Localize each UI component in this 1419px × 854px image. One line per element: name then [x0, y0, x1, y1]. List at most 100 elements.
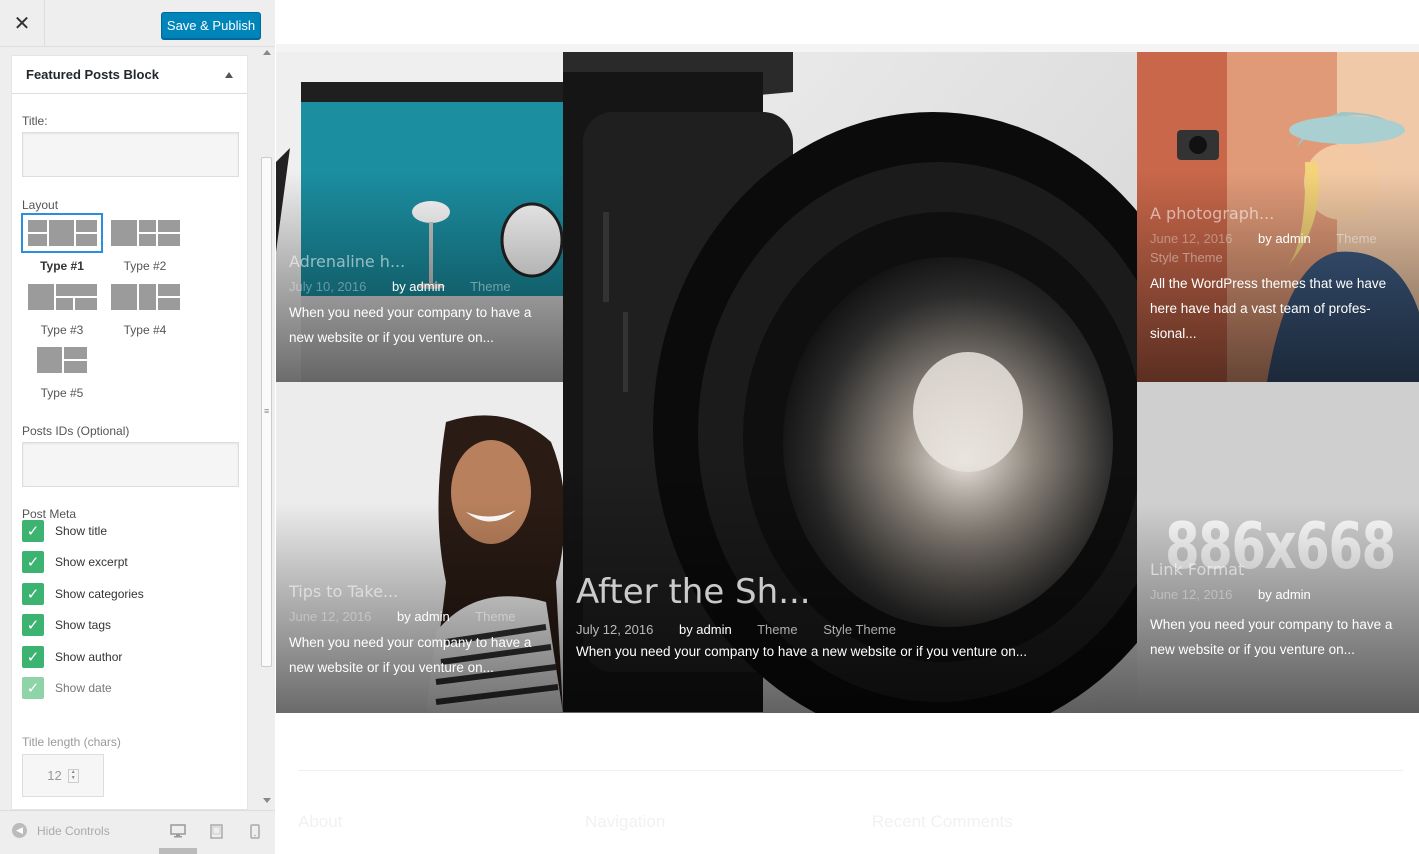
post-author[interactable]: by admin [1258, 587, 1311, 602]
post-ids-input[interactable] [22, 442, 239, 487]
post-excerpt: All the WordPress themes that we have he… [1150, 276, 1387, 341]
check-icon: ✓ [22, 520, 44, 542]
post-ids-label: Posts IDs (Optional) [22, 424, 130, 438]
post-category[interactable]: Style Theme [1150, 250, 1223, 265]
post-excerpt: When you need your company to have a new… [289, 635, 532, 675]
layout-thumbnail [21, 277, 103, 317]
featured-post-card-2[interactable]: After the Sh... July 12, 2016 by admin T… [563, 52, 1137, 713]
stepper-arrows-icon[interactable]: ▲ ▼ [67, 768, 79, 783]
post-category[interactable]: Style Theme [823, 622, 896, 637]
post-category[interactable]: Theme [1336, 231, 1376, 246]
layout-type-3-icon [27, 284, 97, 310]
featured-posts-section: Featured Posts Block Title: Layout Type … [11, 55, 248, 810]
hide-controls-label: Hide Controls [37, 823, 110, 838]
title-label: Title: [22, 114, 48, 128]
post-category[interactable]: Theme [475, 609, 515, 624]
post-excerpt: When you need your company to have a new… [576, 644, 1028, 659]
post-excerpt: When you need your company to have a new… [289, 305, 532, 345]
post-date: July 10, 2016 [289, 279, 367, 294]
post-date: June 12, 2016 [289, 609, 372, 624]
post-text: Tips to Take... June 12, 2016 by admin T… [289, 582, 551, 680]
post-meta-label: Post Meta [22, 507, 77, 521]
section-title: Featured Posts Block [26, 67, 159, 82]
collapse-arrow-icon[interactable] [225, 71, 233, 78]
section-header[interactable]: Featured Posts Block [12, 56, 247, 94]
scroll-down-icon[interactable] [263, 798, 271, 803]
post-date: June 12, 2016 [1150, 231, 1233, 246]
save-publish-button[interactable]: Save & Publish [161, 12, 261, 39]
post-date: June 12, 2016 [1150, 587, 1233, 602]
scrollbar-thumb[interactable]: ≡ [261, 157, 272, 667]
show-title-checkbox[interactable]: ✓ Show title [22, 520, 107, 542]
post-category[interactable]: Theme [470, 279, 510, 294]
checkbox-label: Show date [55, 681, 112, 695]
layout-thumbnail [21, 213, 103, 253]
featured-post-card-4[interactable]: Tips to Take... June 12, 2016 by admin T… [276, 382, 563, 713]
post-meta: June 12, 2016 by admin [1150, 587, 1407, 602]
post-title[interactable]: A photograph... [1150, 204, 1407, 223]
header-divider [276, 44, 1419, 52]
site-preview: Adrenaline h... July 10, 2016 by admin T… [276, 0, 1419, 854]
post-text: After the Sh... July 12, 2016 by admin T… [576, 572, 1125, 664]
featured-post-card-1[interactable]: Adrenaline h... July 10, 2016 by admin T… [276, 52, 563, 382]
post-title[interactable]: Link Format [1150, 560, 1407, 579]
checkbox-label: Show tags [55, 618, 112, 632]
customizer-header: ✕ Save & Publish [0, 0, 275, 47]
post-text: A photograph... June 12, 2016 by admin T… [1150, 204, 1407, 346]
layout-type-2-icon [110, 220, 180, 246]
layout-option-type-3[interactable]: Type #3 [21, 277, 103, 337]
post-meta: June 12, 2016 by admin Theme [1150, 231, 1407, 246]
layout-option-type-1[interactable]: Type #1 [21, 213, 103, 273]
scroll-up-icon[interactable] [263, 50, 271, 55]
layout-type-1-icon [27, 220, 97, 246]
post-title[interactable]: Tips to Take... [289, 582, 551, 601]
hide-controls-button[interactable]: ◀ Hide Controls [12, 823, 110, 838]
footer-widget-navigation: Navigation [585, 812, 666, 831]
footer-divider [298, 770, 1403, 771]
tablet-icon[interactable] [206, 823, 226, 839]
check-icon: ✓ [22, 614, 44, 636]
layout-type-4-icon [110, 284, 180, 310]
layout-label: Layout [22, 198, 59, 212]
layout-name: Type #1 [40, 259, 84, 273]
customizer-footer: ◀ Hide Controls [0, 810, 275, 854]
layout-option-type-4[interactable]: Type #4 [104, 277, 186, 337]
desktop-icon[interactable] [168, 823, 188, 839]
post-author[interactable]: by admin [679, 622, 732, 637]
mobile-icon[interactable] [245, 823, 265, 839]
post-author[interactable]: by admin [397, 609, 450, 624]
title-input[interactable] [22, 132, 239, 177]
show-date-checkbox[interactable]: ✓ Show date [22, 677, 112, 699]
post-meta-extra: Style Theme [1150, 250, 1407, 265]
post-text: Adrenaline h... July 10, 2016 by admin T… [289, 252, 551, 350]
layout-option-type-2[interactable]: Type #2 [104, 213, 186, 273]
post-author[interactable]: by admin [1258, 231, 1311, 246]
post-date: July 12, 2016 [576, 622, 654, 637]
show-excerpt-checkbox[interactable]: ✓ Show excerpt [22, 551, 128, 573]
featured-post-card-5[interactable]: 886x668 Link Format June 12, 2016 by adm… [1137, 382, 1419, 713]
show-tags-checkbox[interactable]: ✓ Show tags [22, 614, 111, 636]
check-icon: ✓ [22, 551, 44, 573]
show-author-checkbox[interactable]: ✓ Show author [22, 646, 122, 668]
post-category[interactable]: Theme [757, 622, 797, 637]
layout-name: Type #4 [123, 323, 167, 337]
show-categories-checkbox[interactable]: ✓ Show categories [22, 583, 144, 605]
layout-option-type-5[interactable]: Type #5 [21, 340, 103, 400]
layout-thumbnail [104, 213, 186, 253]
layout-name: Type #5 [40, 386, 84, 400]
post-excerpt: When you need your company to have a new… [1150, 617, 1393, 657]
sidebar-scrollbar[interactable]: ≡ [259, 47, 275, 810]
post-title[interactable]: Adrenaline h... [289, 252, 551, 271]
close-customizer-button[interactable]: ✕ [0, 0, 45, 47]
post-meta: June 12, 2016 by admin Theme [289, 609, 551, 624]
post-title[interactable]: After the Sh... [576, 572, 1125, 612]
title-length-stepper[interactable]: 12 ▲ ▼ [22, 754, 104, 797]
layout-type-5-icon [37, 347, 87, 373]
layout-name: Type #3 [40, 323, 84, 337]
stepper-value: 12 [47, 768, 62, 783]
collapse-left-icon: ◀ [12, 823, 27, 838]
post-meta: July 12, 2016 by admin Theme Style Theme [576, 622, 1125, 637]
checkbox-label: Show excerpt [55, 555, 128, 569]
post-author[interactable]: by admin [392, 279, 445, 294]
featured-post-card-3[interactable]: A photograph... June 12, 2016 by admin T… [1137, 52, 1419, 382]
